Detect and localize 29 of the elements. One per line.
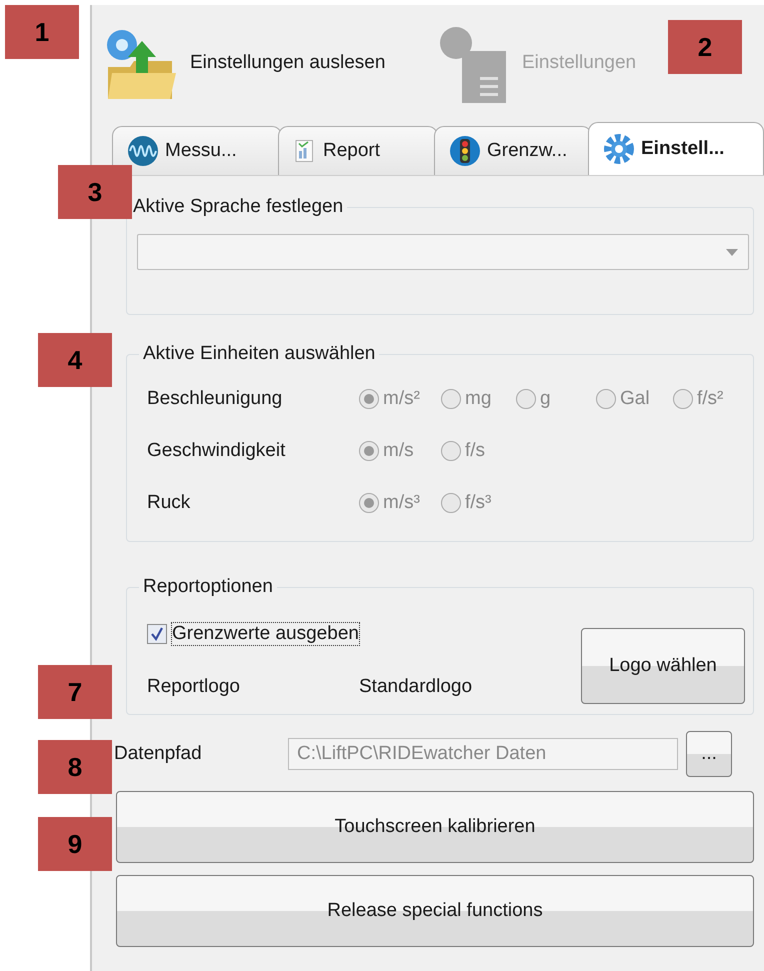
traffic-light-icon — [449, 135, 481, 167]
callout-number: 9 — [38, 817, 112, 871]
language-dropdown[interactable] — [137, 234, 749, 270]
callout-number: 2 — [668, 20, 742, 74]
group-title: Aktive Sprache festlegen — [132, 196, 344, 218]
path-label: Datenpfad — [114, 743, 203, 765]
unit-label: Beschleunigung — [147, 388, 284, 410]
waveform-icon — [127, 135, 159, 167]
callout-number: 4 — [38, 333, 112, 387]
group-title: Reportoptionen — [142, 576, 274, 598]
tab[interactable]: Einstell... — [588, 122, 764, 175]
action-button[interactable]: Release special functions — [116, 875, 754, 947]
callout-number: 1 — [5, 5, 79, 59]
logo-value: Standardlogo — [359, 676, 472, 698]
action-button[interactable]: Touchscreen kalibrieren — [116, 791, 754, 863]
caret-icon — [726, 248, 738, 256]
group-title: Aktive Einheiten auswählen — [142, 343, 376, 365]
callout-number: 7 — [38, 665, 112, 719]
callout-number: 3 — [58, 165, 132, 219]
tab[interactable]: Messu... — [112, 126, 282, 175]
checkmark-icon — [150, 627, 164, 641]
tab[interactable]: Report — [278, 126, 438, 175]
choose-logo-button[interactable]: Logo wählen — [581, 628, 745, 704]
gear-icon — [603, 133, 635, 165]
unit-label: Ruck — [147, 492, 192, 514]
logo-label: Reportlogo — [147, 676, 241, 698]
unit-label: Geschwindigkeit — [147, 440, 286, 462]
toolbar-button[interactable]: Einstellungen auslesen — [100, 22, 432, 102]
callout-number: 8 — [38, 740, 112, 794]
